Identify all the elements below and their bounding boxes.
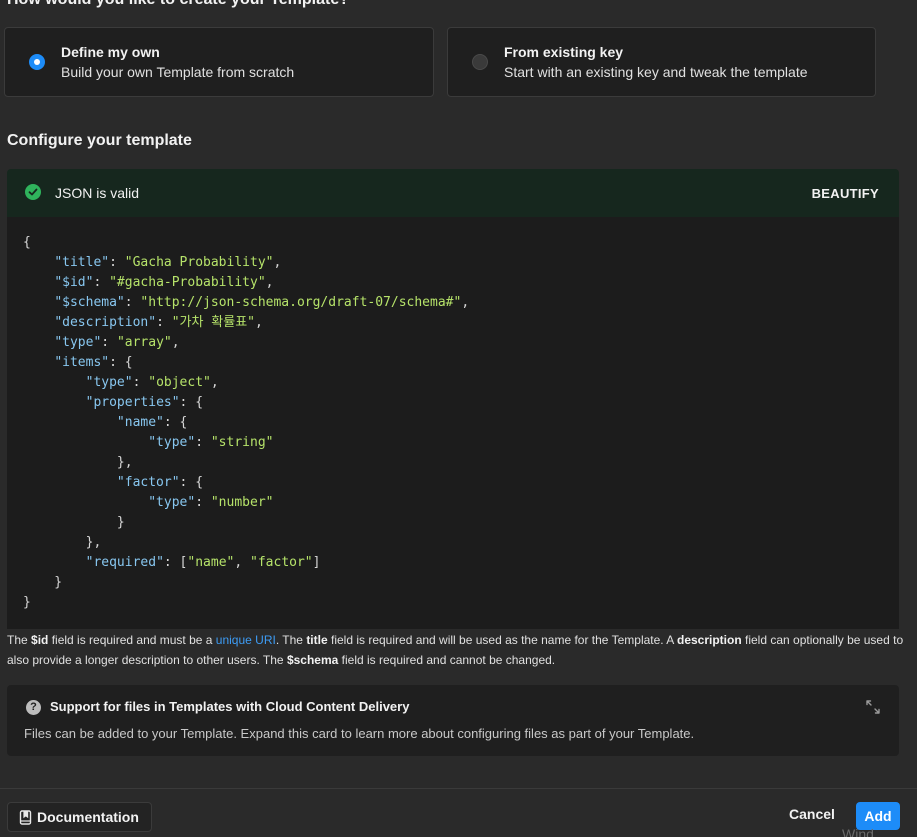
code-line: "type": "string"	[148, 435, 274, 450]
code-line: "$schema": "http://json-schema.org/draft…	[54, 295, 470, 310]
help-text-part: . The	[275, 633, 307, 647]
check-circle-icon	[25, 184, 41, 200]
unique-uri-link[interactable]: unique URI	[216, 633, 276, 647]
help-id-field: $id	[31, 633, 49, 647]
help-text-part: The	[7, 633, 32, 647]
code-line: }	[23, 595, 31, 610]
code-line: "factor": {	[116, 475, 204, 490]
code-line: "type": "number"	[148, 495, 274, 510]
radio-unselected-icon[interactable]	[472, 54, 488, 70]
code-line: }	[23, 575, 63, 590]
code-line: "description": "가차 확률표",	[54, 315, 263, 330]
expand-icon[interactable]	[865, 699, 881, 720]
os-watermark-text: Wind	[842, 826, 874, 837]
code-line: "type": "object",	[85, 375, 219, 390]
json-code-editor[interactable]: { "title": "Gacha Probability", "$id": "…	[7, 217, 899, 629]
help-text-part: field is required and cannot be changed.	[338, 653, 556, 667]
code-line: "title": "Gacha Probability",	[54, 255, 282, 270]
code-line: "type": "array",	[54, 335, 180, 350]
documentation-button[interactable]: Documentation	[7, 802, 152, 832]
template-help-text: The $id field is required and must be a …	[7, 630, 912, 670]
support-card-title: Support for files in Templates with Clou…	[50, 699, 410, 714]
help-schema-field: $schema	[286, 653, 339, 667]
cancel-button[interactable]: Cancel	[789, 806, 835, 822]
radio-selected-icon[interactable]	[29, 54, 45, 70]
help-title-field: title	[306, 633, 328, 647]
code-line: }	[23, 515, 125, 530]
help-text-part: field is required and must be a	[48, 633, 216, 647]
support-card-description: Files can be added to your Template. Exp…	[24, 726, 695, 741]
beautify-button[interactable]: BEAUTIFY	[812, 186, 879, 201]
json-status-text: JSON is valid	[55, 185, 140, 201]
documentation-label: Documentation	[37, 809, 139, 825]
cloud-content-delivery-card[interactable]: ? Support for files in Templates with Cl…	[7, 685, 899, 756]
code-line: "required": ["name", "factor"]	[85, 555, 321, 570]
code-line: "name": {	[116, 415, 188, 430]
option-subtitle: Start with an existing key and tweak the…	[504, 64, 808, 80]
code-line: "$id": "#gacha-Probability",	[54, 275, 274, 290]
option-title: From existing key	[504, 44, 624, 60]
code-line: },	[23, 455, 133, 470]
json-validation-bar: JSON is valid BEAUTIFY	[7, 169, 899, 217]
option-subtitle: Build your own Template from scratch	[61, 64, 295, 80]
code-line: "properties": {	[85, 395, 204, 410]
code-line: },	[23, 535, 102, 550]
page-heading: How would you like to create your Templa…	[7, 0, 349, 9]
option-from-existing-key[interactable]: From existing key Start with an existing…	[447, 27, 876, 97]
book-icon	[19, 810, 32, 830]
code-line: {	[23, 235, 31, 250]
help-description-field: description	[676, 633, 742, 647]
option-title: Define my own	[61, 44, 160, 60]
option-define-my-own[interactable]: Define my own Build your own Template fr…	[4, 27, 434, 97]
help-icon: ?	[26, 700, 41, 715]
configure-template-title: Configure your template	[7, 132, 192, 149]
code-line: "items": {	[54, 355, 133, 370]
footer-divider	[0, 788, 917, 789]
help-text-part: field is required and will be used as th…	[327, 633, 677, 647]
